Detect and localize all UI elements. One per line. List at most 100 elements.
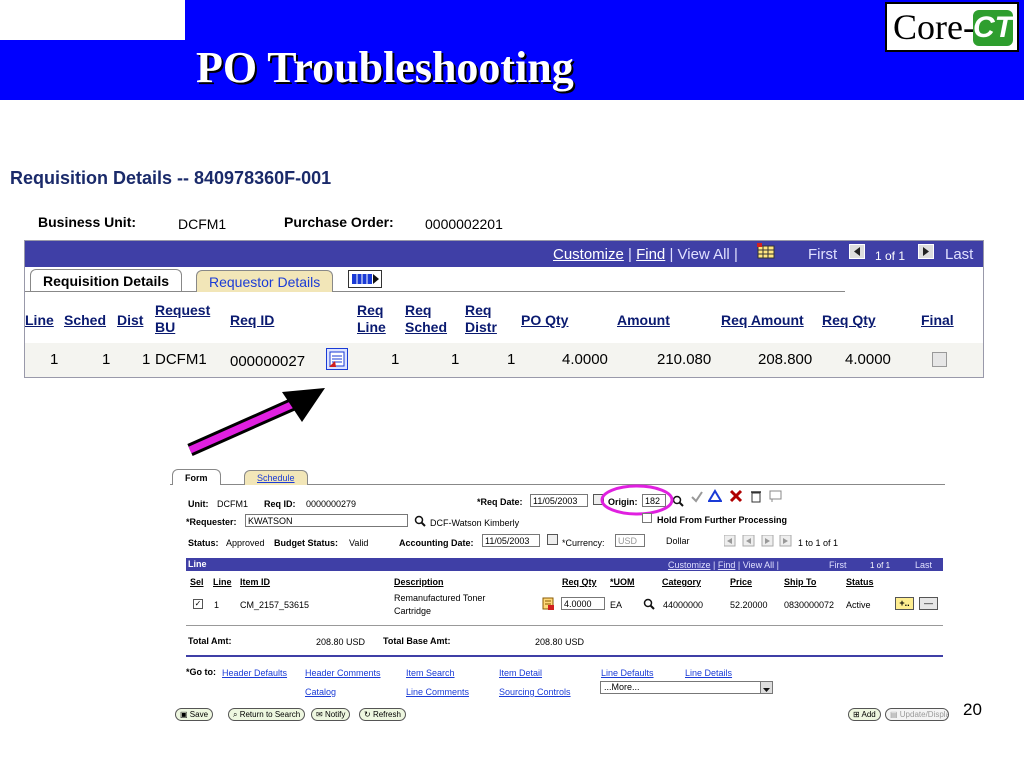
line-row-desc-2: Cartridge — [394, 606, 432, 616]
business-unit-value: DCFM1 — [178, 216, 227, 232]
final-checkbox[interactable] — [932, 352, 947, 367]
return-label: Return to Search — [239, 710, 301, 719]
add-button[interactable]: ⊞ Add — [848, 708, 881, 721]
col-req-line[interactable]: Req Line — [357, 302, 386, 336]
update-display-button[interactable]: ▤ Update/Displa — [885, 708, 949, 721]
currency-name: Dollar — [666, 536, 690, 546]
line-col-ship-to[interactable]: Ship To — [784, 577, 816, 587]
line-view-all-link[interactable]: View All — [743, 560, 774, 570]
cancel-x-icon[interactable] — [729, 489, 743, 503]
find-link[interactable]: Find — [636, 246, 665, 263]
unit-label: Unit: — [188, 499, 209, 509]
tab-form[interactable]: Form — [172, 469, 221, 485]
search-icon: ⌕ — [233, 710, 240, 719]
link-header-comments[interactable]: Header Comments — [305, 668, 381, 678]
uom-lookup-icon[interactable] — [643, 597, 655, 610]
col-request-bu-line2: BU — [155, 319, 176, 335]
calendar-icon[interactable] — [547, 534, 558, 545]
line-grid-nav: Customize | Find | View All | — [668, 560, 779, 570]
line-col-sel[interactable]: Sel — [190, 577, 204, 587]
accounting-date-label: Accounting Date: — [399, 538, 474, 548]
total-amount-value: 208.80 USD — [316, 637, 366, 647]
link-line-comments[interactable]: Line Comments — [406, 687, 469, 697]
save-button[interactable]: ▣ Save — [175, 708, 214, 721]
line-qty-field[interactable]: 4.0000 — [561, 597, 605, 610]
line-row-uom: EA — [610, 600, 623, 610]
tab-requestor-details[interactable]: Requestor Details — [196, 270, 334, 292]
hold-checkbox[interactable] — [642, 513, 652, 523]
core-ct-logo: Core- CT — [885, 2, 1019, 52]
col-req-sched[interactable]: Req Sched — [405, 302, 447, 336]
col-line[interactable]: Line — [25, 312, 54, 329]
currency-code-field[interactable]: USD — [615, 534, 645, 547]
req-date-field[interactable]: 11/05/2003 — [530, 494, 588, 507]
line-customize-link[interactable]: Customize — [668, 560, 711, 570]
line-detail-icon[interactable] — [542, 597, 555, 610]
link-sourcing-controls[interactable]: Sourcing Controls — [499, 687, 571, 697]
line-col-line[interactable]: Line — [213, 577, 232, 587]
line-first-link[interactable]: First — [829, 560, 847, 570]
chevron-down-icon[interactable] — [760, 682, 772, 693]
add-label: Add — [861, 710, 876, 719]
col-req-qty[interactable]: Req Qty — [822, 312, 876, 329]
slide-header-corner — [0, 0, 185, 40]
total-base-amount-label: Total Base Amt: — [383, 636, 451, 646]
line-col-price[interactable]: Price — [730, 577, 752, 587]
next-arrow-icon[interactable] — [918, 244, 934, 259]
line-select-checkbox[interactable]: ✓ — [193, 599, 203, 609]
link-header-defaults[interactable]: Header Defaults — [222, 668, 287, 678]
link-line-details[interactable]: Line Details — [685, 668, 732, 678]
col-final[interactable]: Final — [921, 312, 954, 329]
comment-icon[interactable] — [769, 489, 783, 503]
col-req-line-line1: Req — [357, 302, 384, 318]
line-col-description[interactable]: Description — [394, 577, 444, 587]
origin-highlight-ellipse — [600, 484, 674, 516]
col-amount[interactable]: Amount — [617, 312, 670, 329]
requisition-detail-icon[interactable] — [326, 348, 348, 370]
link-line-defaults[interactable]: Line Defaults — [601, 668, 654, 678]
link-item-search[interactable]: Item Search — [406, 668, 455, 678]
col-sched[interactable]: Sched — [64, 312, 106, 329]
col-request-bu[interactable]: Request BU — [155, 302, 210, 336]
requisition-details-title: Requisition Details -- 840978360F-001 — [10, 168, 332, 188]
refresh-button[interactable]: ↻ Refresh — [359, 708, 406, 721]
view-all-link[interactable]: View All — [678, 246, 730, 263]
line-last-link[interactable]: Last — [915, 560, 932, 570]
link-catalog[interactable]: Catalog — [305, 687, 336, 697]
tab-requisition-details[interactable]: Requisition Details — [30, 269, 183, 291]
previous-arrow-icon[interactable] — [849, 244, 865, 259]
first-link[interactable]: First — [808, 246, 837, 263]
spell-check-icon[interactable] — [690, 490, 704, 504]
pager-arrows[interactable] — [723, 534, 792, 547]
line-col-category[interactable]: Category — [662, 577, 701, 587]
col-dist[interactable]: Dist — [117, 312, 143, 329]
line-col-req-qty[interactable]: Req Qty — [562, 577, 597, 587]
line-find-link[interactable]: Find — [718, 560, 736, 570]
trash-icon[interactable] — [750, 489, 762, 503]
col-req-id[interactable]: Req ID — [230, 312, 274, 329]
link-item-detail[interactable]: Item Detail — [499, 668, 542, 678]
line-col-uom[interactable]: *UOM — [610, 577, 635, 587]
requester-lookup-icon[interactable] — [414, 514, 426, 527]
accounting-date-field[interactable]: 11/05/2003 — [482, 534, 540, 547]
return-to-search-button[interactable]: ⌕ Return to Search — [228, 708, 306, 721]
notify-button[interactable]: ✉ Notify — [311, 708, 351, 721]
download-grid-icon[interactable] — [757, 243, 775, 259]
col-po-qty[interactable]: PO Qty — [521, 312, 568, 329]
show-all-columns-icon[interactable] — [348, 270, 382, 288]
delta-icon[interactable] — [707, 489, 723, 503]
more-select[interactable]: ...More... — [600, 681, 773, 694]
last-link[interactable]: Last — [945, 246, 973, 263]
row-req-id: 000000027 — [230, 353, 306, 370]
line-col-item[interactable]: Item ID — [240, 577, 270, 587]
requester-field[interactable]: KWATSON — [245, 514, 408, 527]
customize-link[interactable]: Customize — [553, 246, 624, 263]
add-line-button[interactable]: +.. — [895, 597, 914, 610]
col-req-distr[interactable]: Req Distr — [465, 302, 497, 336]
tab-schedule[interactable]: Schedule — [244, 470, 308, 485]
col-req-line-line2: Line — [357, 319, 386, 335]
line-col-status[interactable]: Status — [846, 577, 874, 587]
col-req-amount[interactable]: Req Amount — [721, 312, 804, 329]
delete-line-button[interactable]: — — [919, 597, 938, 610]
currency-label: *Currency: — [562, 538, 605, 548]
